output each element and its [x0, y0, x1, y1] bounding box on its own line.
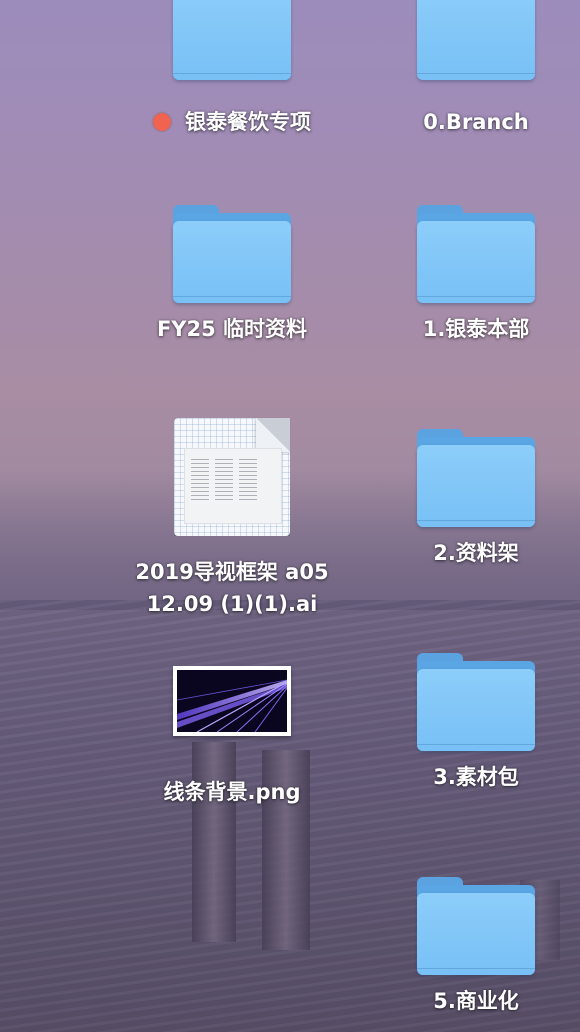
desktop-item-yintai-hq[interactable]: 1.银泰本部 [361, 205, 580, 345]
item-label: FY25 临时资料 [156, 317, 308, 341]
red-tag-icon [153, 113, 171, 131]
desktop-item-png[interactable]: 线条背景.png [117, 666, 347, 808]
desktop-item-sucaibao[interactable]: 3.素材包 [361, 653, 580, 793]
item-label: 1.银泰本部 [422, 317, 530, 341]
item-label: 2.资料架 [433, 541, 519, 565]
folder-icon [417, 429, 535, 527]
folder-icon [173, 0, 291, 80]
image-thumbnail-icon [173, 666, 291, 736]
desktop-item-ai-file[interactable]: 2019导视框架 a05 12.09 (1)(1).ai [117, 418, 347, 620]
desktop-item-fy25[interactable]: FY25 临时资料 [117, 205, 347, 345]
item-label: 0.Branch [423, 110, 529, 134]
folder-icon [417, 205, 535, 303]
item-label: 线条背景.png [163, 780, 301, 804]
item-label: 3.素材包 [433, 765, 519, 789]
desktop-item-ziliaojia[interactable]: 2.资料架 [361, 429, 580, 569]
ai-document-icon [174, 418, 290, 536]
desktop-item-branch[interactable]: 0.Branch [361, 0, 580, 138]
desktop-background: 银泰餐饮专项 0.Branch FY25 临时资料 1.银泰本部 2019导视框… [0, 0, 580, 1032]
line-background-preview [177, 670, 287, 732]
item-label: 银泰餐饮专项 [117, 106, 347, 138]
label-line-2: 12.09 (1)(1).ai [146, 592, 318, 616]
item-label: 2019导视框架 a05 12.09 (1)(1).ai [117, 556, 347, 620]
desktop-item-canyin[interactable]: 银泰餐饮专项 [117, 0, 347, 138]
desktop-item-shangyehua[interactable]: 5.商业化 [361, 877, 580, 1017]
folder-icon [417, 877, 535, 975]
folder-icon [173, 205, 291, 303]
folder-icon [417, 653, 535, 751]
item-label: 5.商业化 [433, 989, 519, 1013]
label-line-1: 2019导视框架 a05 [135, 560, 329, 584]
folder-icon [417, 0, 535, 80]
